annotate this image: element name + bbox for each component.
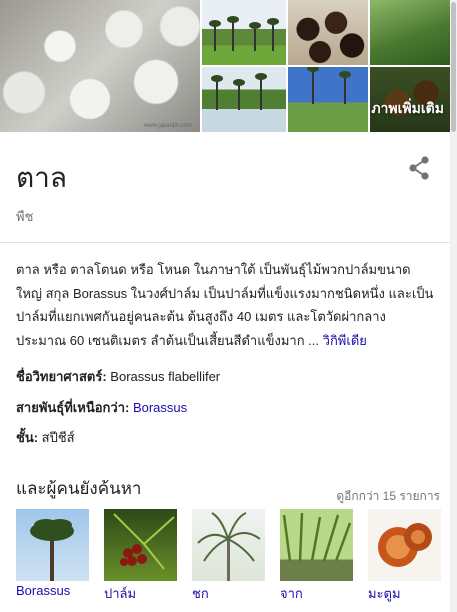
fact-label: ชื่อวิทยาศาสตร์: xyxy=(16,369,107,384)
related-item-label: ชก xyxy=(192,586,209,601)
scrollbar-thumb[interactable] xyxy=(451,2,456,132)
wikipedia-link[interactable]: วิกิพีเดีย xyxy=(323,333,367,348)
photo-palm-tree[interactable] xyxy=(370,0,450,65)
entity-type: พืช xyxy=(16,209,34,224)
related-thumbnail xyxy=(368,509,441,581)
photo-palm-sky[interactable] xyxy=(288,67,368,132)
related-item-chok[interactable]: ชก xyxy=(192,509,265,601)
related-item-bael[interactable]: มะตูม xyxy=(368,509,441,601)
page-title: ตาล xyxy=(16,162,68,193)
related-thumbnail xyxy=(192,509,265,581)
fact-label: สายพันธุ์ที่เหนือกว่า: xyxy=(16,400,130,415)
description-text: ตาล หรือ ตาลโตนด หรือ โหนด ในภาษาใต้ เป็… xyxy=(16,262,434,348)
related-thumbnail xyxy=(16,509,89,581)
fact-value: Borassus flabellifer xyxy=(110,369,221,384)
main-photo[interactable]: www.japaojin.com xyxy=(0,0,200,132)
description: ตาล หรือ ตาลโตนด หรือ โหนด ในภาษาใต้ เป็… xyxy=(16,258,436,352)
related-item-label: จาก xyxy=(280,586,303,601)
share-icon[interactable] xyxy=(404,153,434,183)
fact-parent-taxon: สายพันธุ์ที่เหนือกว่า: Borassus xyxy=(16,397,187,418)
more-photos-button[interactable]: ภาพเพิ่มเติม xyxy=(370,67,450,132)
more-photos-label: ภาพเพิ่มเติม xyxy=(371,100,444,116)
parent-taxon-link[interactable]: Borassus xyxy=(133,400,187,415)
related-thumbnail xyxy=(280,509,353,581)
photo-palm-lake[interactable] xyxy=(202,67,286,132)
fact-label: ชั้น: xyxy=(16,430,39,445)
fact-value: สปีชีส์ xyxy=(41,430,75,445)
fact-scientific-name: ชื่อวิทยาศาสตร์: Borassus flabellifer xyxy=(16,366,220,387)
scrollbar[interactable] xyxy=(450,0,457,612)
related-thumbnail xyxy=(104,509,177,581)
related-item-jak[interactable]: จาก xyxy=(280,509,353,601)
photo-watermark: www.japaojin.com xyxy=(143,123,192,129)
photo-palm-field[interactable] xyxy=(202,0,286,65)
related-section-title: และผู้คนยังค้นหา xyxy=(16,479,142,498)
divider xyxy=(0,242,450,243)
photo-palm-fruit[interactable] xyxy=(288,0,368,65)
fact-rank: ชั้น: สปีชีส์ xyxy=(16,427,75,448)
view-more-link[interactable]: ดูอีกกว่า 15 รายการ xyxy=(336,487,440,506)
related-item-borassus[interactable]: Borassus xyxy=(16,509,89,598)
photo-strip: www.japaojin.com ภาพเพิ่มเติม xyxy=(0,0,450,132)
related-item-palm[interactable]: ปาล์ม xyxy=(104,509,177,601)
related-item-label: Borassus xyxy=(16,583,71,598)
related-item-label: มะตูม xyxy=(368,586,401,601)
related-item-label: ปาล์ม xyxy=(104,586,137,601)
